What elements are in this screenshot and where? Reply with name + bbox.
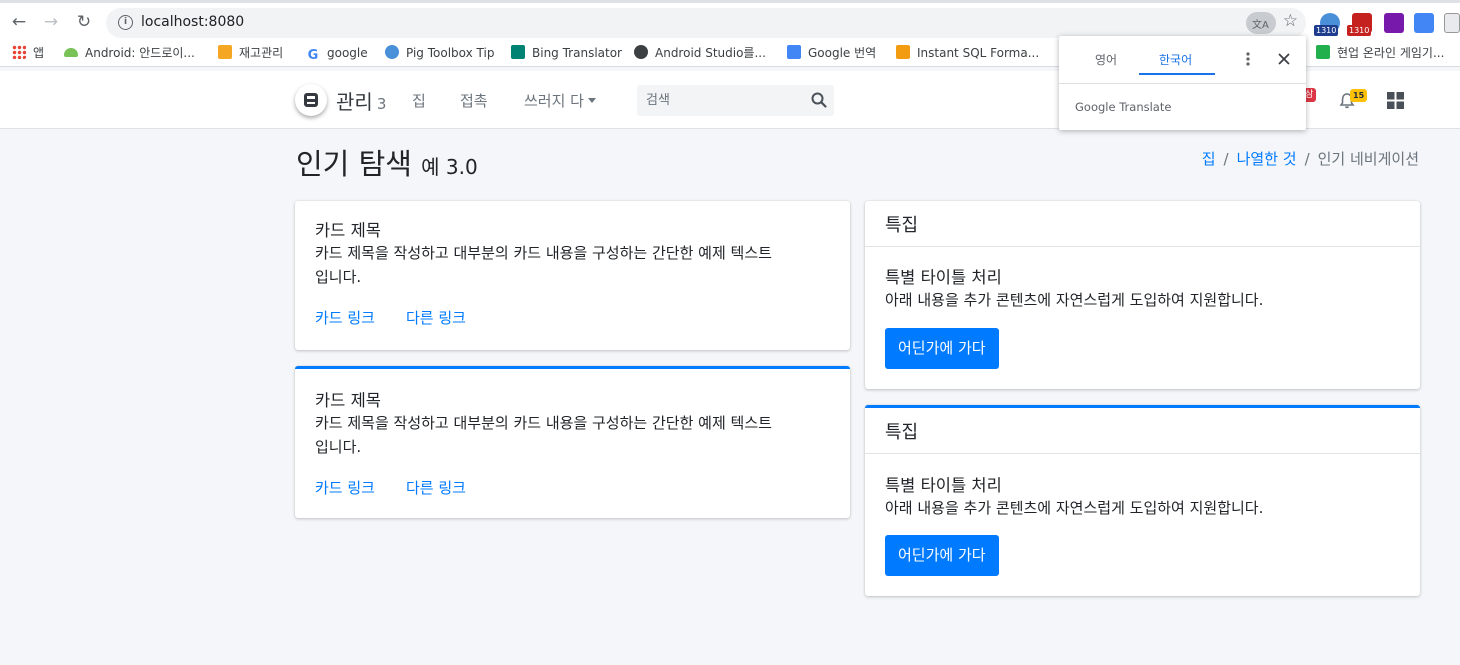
page-title-main: 인기 탐색 [296,147,412,181]
card-link[interactable]: 카드 링크 [315,477,375,498]
bookmark-android-studio[interactable]: Android Studio를... [634,43,766,63]
google-translate-icon [787,45,801,59]
apps-grid-icon [12,45,26,59]
browser-toolbar: ← → ↻ i localhost:8080 ☆ 1310 1310 [0,0,1460,39]
bookmark-google-translate[interactable]: Google 번역 [787,43,876,63]
translate-popup: 영어 한국어 Google Translate [1059,36,1306,130]
go-somewhere-button[interactable]: 어딘가에 가다 [885,328,999,369]
address-bar[interactable]: i localhost:8080 ☆ [106,8,1306,38]
bookmark-inventory[interactable]: 재고관리 [218,43,283,63]
back-arrow-icon[interactable]: ← [9,12,29,32]
card-header-divider [865,453,1420,454]
forward-arrow-icon[interactable]: → [41,12,61,32]
nav-home[interactable]: 집 [412,90,426,111]
search-input[interactable] [637,85,834,116]
brand-version: 3 [376,95,387,113]
page-title: 인기 탐색 예 3.0 [296,141,478,183]
brand-logo-icon[interactable] [295,84,327,116]
gmail-badge: 1310 [1347,25,1372,36]
game-icon [1316,45,1330,59]
featured-card: 특집 특별 타이틀 처리 아래 내용을 추가 콘텐츠에 자연스럽게 도입하여 지… [865,201,1420,389]
card-text-line: 입니다. [315,268,362,286]
active-tab-indicator [1139,73,1215,75]
info-icon[interactable]: i [118,15,133,30]
breadcrumb-separator: / [1223,150,1229,168]
translate-icon[interactable] [1246,12,1276,34]
sql-icon [896,45,910,59]
featured-card-outline: 특집 특별 타이틀 처리 아래 내용을 추가 콘텐츠에 자연스럽게 도입하여 지… [865,405,1420,596]
bookmark-sql-formatter[interactable]: Instant SQL Forma... [896,43,1039,63]
google-icon: G [307,48,319,63]
more-vert-icon[interactable] [1243,50,1253,68]
google-translate-extension-icon[interactable] [1414,13,1434,33]
card-link[interactable]: 카드 링크 [315,307,375,328]
card-other-link[interactable]: 다른 링크 [406,307,466,328]
bookmark-android[interactable]: Android: 안드로이... [64,43,195,63]
featured-text: 아래 내용을 추가 콘텐츠에 자연스럽게 도입하여 지원합니다. [885,499,1264,517]
featured-text: 아래 내용을 추가 콘텐츠에 자연스럽게 도입하여 지원합니다. [885,291,1264,309]
card-header: 특집 [885,215,919,236]
nav-dropdown[interactable]: 쓰러지 다 [524,90,596,111]
card-text-line: 카드 제목을 작성하고 대부분의 카드 내용을 구성하는 간단한 예제 텍스트 [315,244,772,262]
globe-dark-icon [634,45,648,59]
card-text-line: 카드 제목을 작성하고 대부분의 카드 내용을 구성하는 간단한 예제 텍스트 [315,414,772,432]
breadcrumb: 집 / 나열한 것 / 인기 네비게이션 [1202,148,1419,169]
card-text: 카드 제목을 작성하고 대부분의 카드 내용을 구성하는 간단한 예제 텍스트 … [315,241,772,289]
nav-dropdown-label: 쓰러지 다 [524,92,584,110]
bookmark-google[interactable]: Ggoogle [306,43,368,63]
card-text-line: 입니다. [315,438,362,456]
extension-icon[interactable] [1444,13,1460,33]
card-header-divider [865,246,1420,247]
featured-title: 특별 타이틀 처리 [885,268,1002,287]
breadcrumb-current: 인기 네비게이션 [1317,150,1419,168]
go-somewhere-button[interactable]: 어딘가에 가다 [885,535,999,576]
brand-link[interactable]: 관리 3 [336,86,386,115]
inventory-icon [218,45,232,59]
globe-icon [385,45,399,59]
card-outline: 카드 제목 카드 제목을 작성하고 대부분의 카드 내용을 구성하는 간단한 예… [295,366,850,518]
breadcrumb-listing[interactable]: 나열한 것 [1237,150,1297,168]
card-text: 카드 제목을 작성하고 대부분의 카드 내용을 구성하는 간단한 예제 텍스트 … [315,411,772,459]
reload-icon[interactable]: ↻ [74,12,94,32]
card-title: 카드 제목 [315,391,381,410]
breadcrumb-home[interactable]: 집 [1202,150,1216,168]
card-basic: 카드 제목 카드 제목을 작성하고 대부분의 카드 내용을 구성하는 간단한 예… [295,201,850,350]
search-icon[interactable] [810,91,828,109]
translate-tab-target[interactable]: 한국어 [1159,51,1192,68]
bookmark-bing[interactable]: Bing Translator [511,43,622,63]
breadcrumb-separator: / [1304,150,1310,168]
popup-divider [1059,83,1306,84]
notification-badge: 15 [1350,89,1368,102]
onenote-extension-icon[interactable] [1384,13,1404,33]
caret-down-icon [587,98,596,103]
bookmark-star-icon[interactable]: ☆ [1283,11,1298,31]
grid-icon[interactable] [1387,92,1404,109]
google-translate-brand: Google Translate [1075,100,1172,114]
android-icon [64,48,78,57]
extension-badge: 1310 [1314,25,1339,36]
address-url[interactable]: localhost:8080 [141,14,244,30]
page-title-subtitle: 예 3.0 [421,155,478,179]
bookmark-apps[interactable]: 앱 [12,43,44,63]
nav-contact[interactable]: 접촉 [460,90,488,111]
bookmark-pig-toolbox[interactable]: Pig Toolbox Tip [385,43,494,63]
close-icon[interactable] [1275,50,1293,68]
brand-name: 관리 [336,90,373,114]
bing-icon [511,45,525,59]
card-header: 특집 [885,422,919,443]
card-other-link[interactable]: 다른 링크 [406,477,466,498]
card-title: 카드 제목 [315,221,381,240]
featured-title: 특별 타이틀 처리 [885,476,1002,495]
bookmark-game[interactable]: 현업 온라인 게임기... [1316,43,1444,63]
translate-tab-source[interactable]: 영어 [1095,51,1117,68]
